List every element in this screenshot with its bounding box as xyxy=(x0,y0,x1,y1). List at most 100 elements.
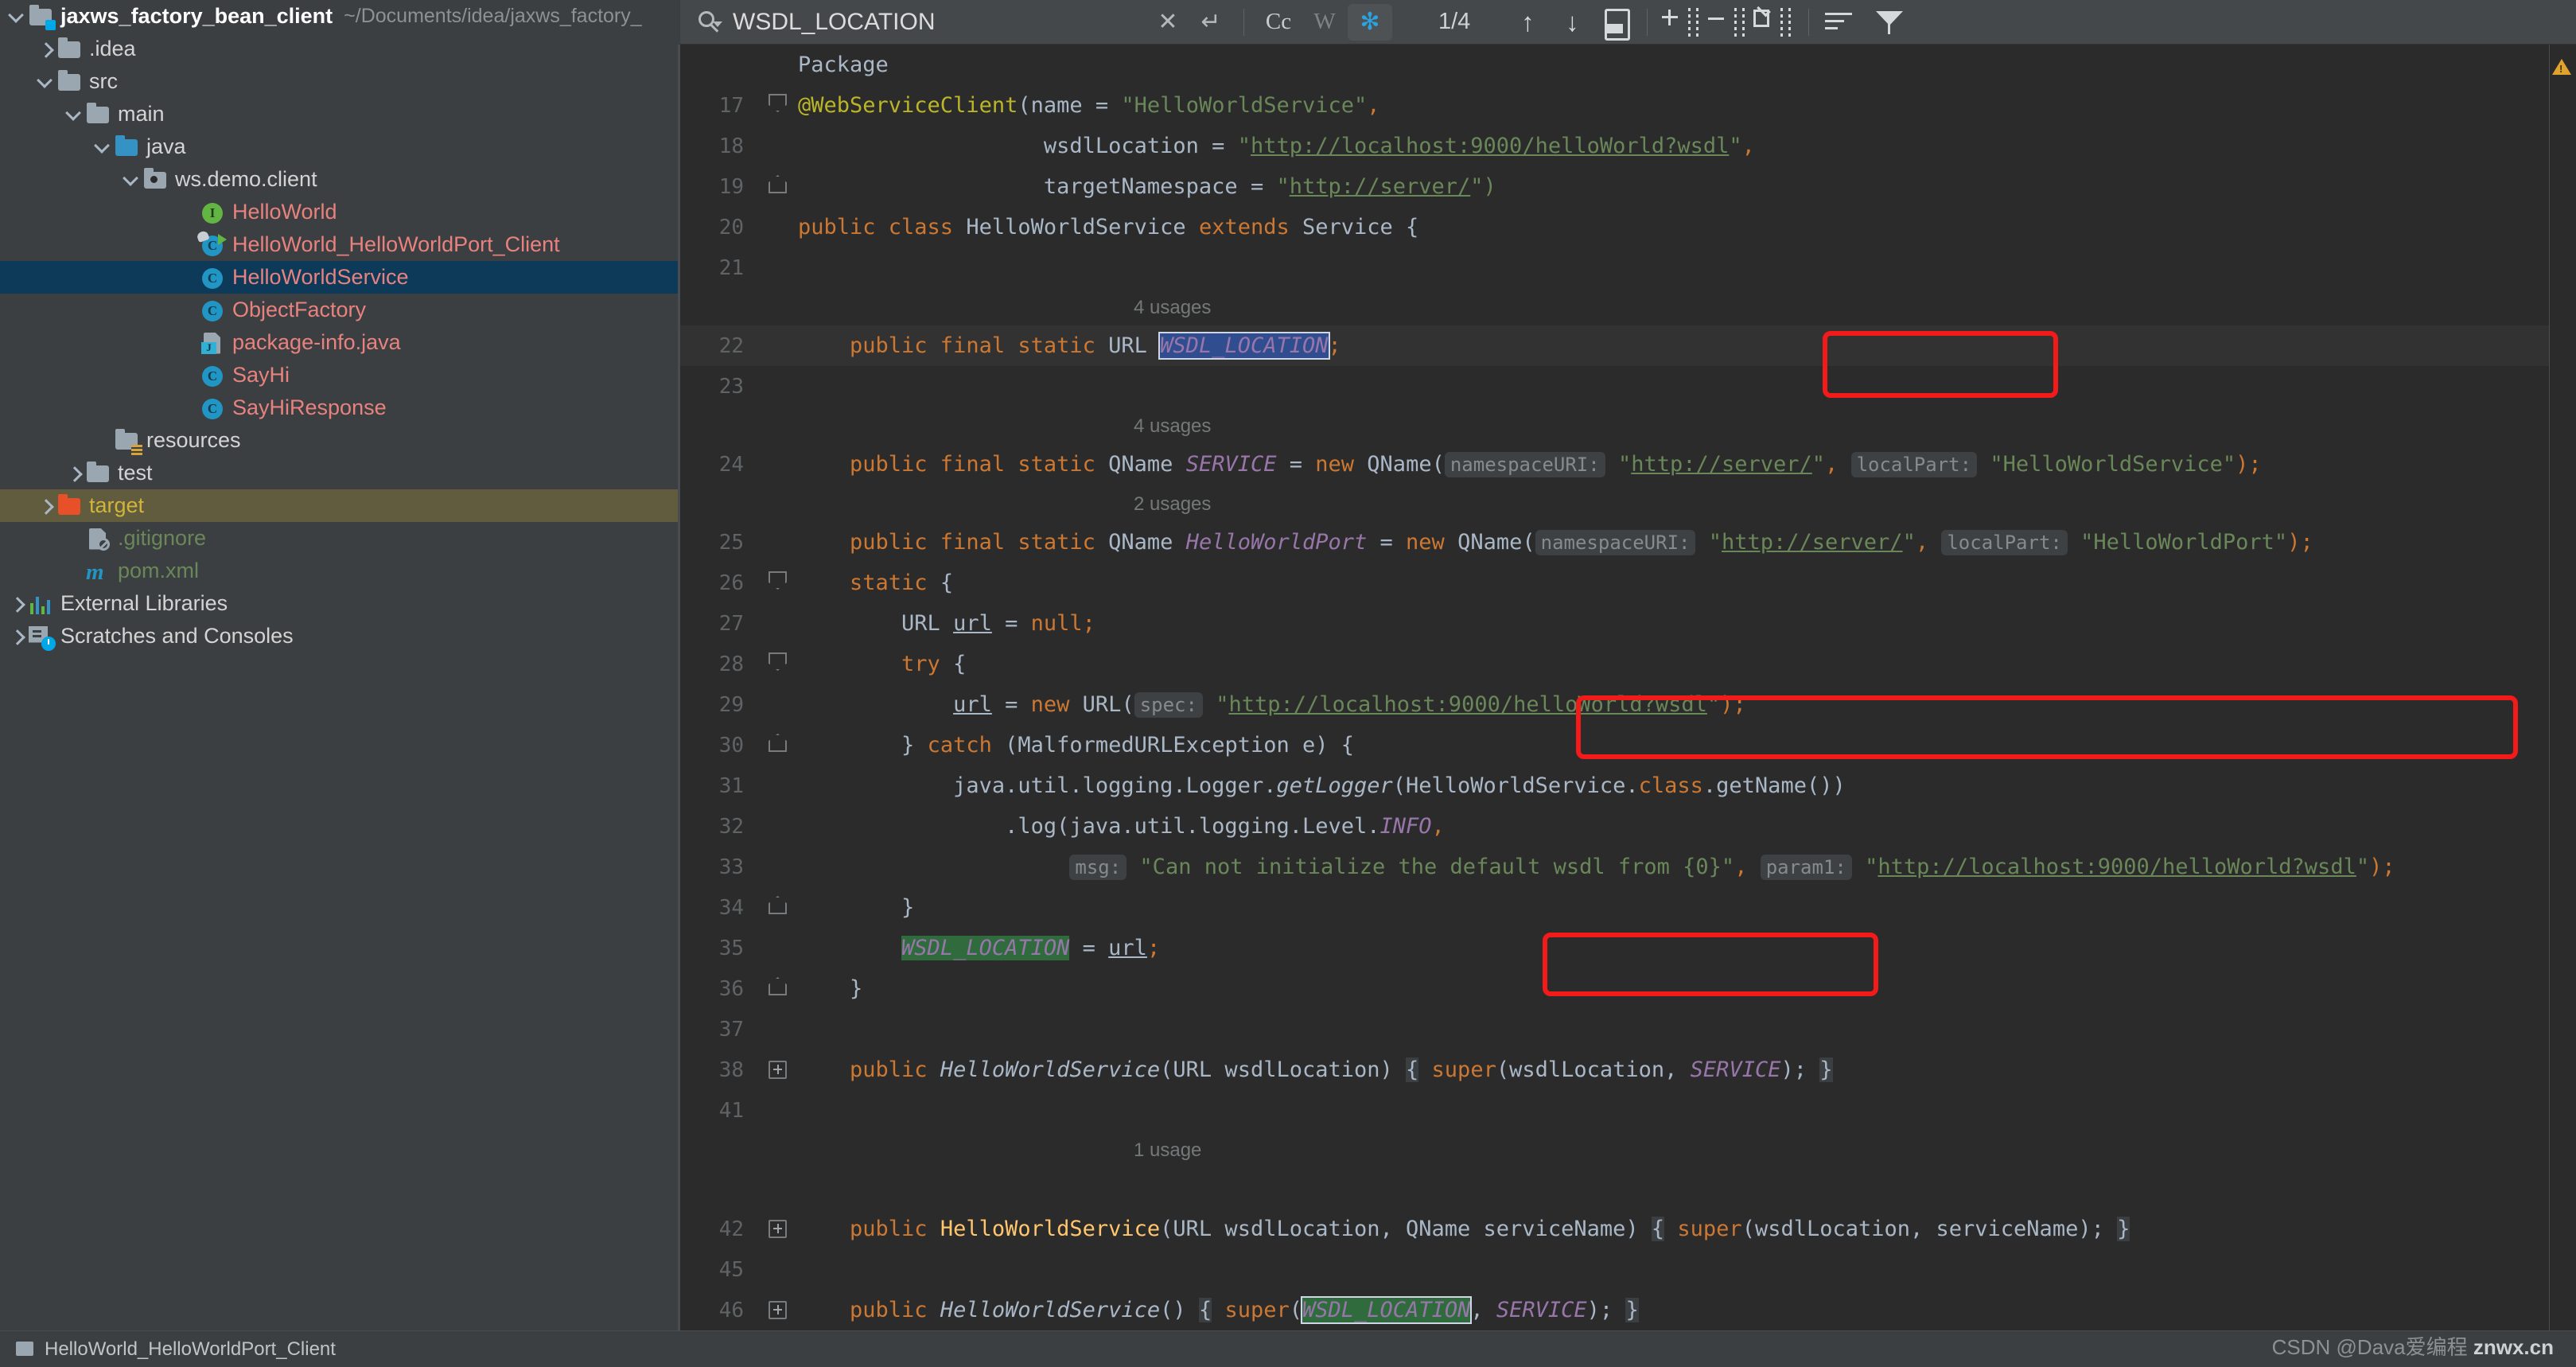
chevron-right-icon[interactable] xyxy=(6,626,27,647)
fold-expand-icon[interactable] xyxy=(769,1220,787,1238)
code-text[interactable]: public final static URL WSDL_LOCATION; xyxy=(798,332,2576,360)
fold-column[interactable] xyxy=(761,563,798,603)
code-text[interactable]: } xyxy=(798,976,2576,1001)
usage-hint-row[interactable]: 4 usages xyxy=(680,288,2576,325)
code-text[interactable]: targetNamespace = "http://server/") xyxy=(798,174,2576,199)
fold-column[interactable] xyxy=(761,207,798,247)
tree-item-objectfactory[interactable]: C ObjectFactory xyxy=(0,294,680,326)
code-line[interactable]: 24 public final static QName SERVICE = n… xyxy=(680,444,2576,485)
newline-icon[interactable]: ↵ xyxy=(1189,5,1232,40)
code-line[interactable]: 32 .log(java.util.logging.Level.INFO, xyxy=(680,806,2576,847)
code-line[interactable]: 26 static { xyxy=(680,563,2576,603)
fold-column[interactable] xyxy=(761,1168,798,1209)
code-text[interactable]: @WebServiceClient(name = "HelloWorldServ… xyxy=(798,93,2576,118)
code-text[interactable]: msg: "Can not initialize the default wsd… xyxy=(798,855,2576,880)
fold-column[interactable] xyxy=(761,603,798,644)
fold-column[interactable] xyxy=(761,887,798,928)
tree-item-resources[interactable]: resources xyxy=(0,424,680,457)
code-line[interactable]: 35 WSDL_LOCATION = url; xyxy=(680,928,2576,968)
fold-column[interactable] xyxy=(761,1249,798,1290)
code-line[interactable]: 46 public HelloWorldService() { super(WS… xyxy=(680,1290,2576,1330)
code-line[interactable]: 18 wsdlLocation = "http://localhost:9000… xyxy=(680,126,2576,166)
fold-column[interactable] xyxy=(761,644,798,684)
code-line[interactable]: 33 msg: "Can not initialize the default … xyxy=(680,847,2576,887)
fold-column[interactable] xyxy=(761,968,798,1009)
fold-column[interactable] xyxy=(761,247,798,288)
words-toggle[interactable]: W xyxy=(1302,5,1348,40)
fold-region-end-icon[interactable] xyxy=(769,977,787,995)
fold-expand-icon[interactable] xyxy=(769,1301,787,1319)
code-text[interactable]: .log(java.util.logging.Level.INFO, xyxy=(798,814,2576,839)
remove-column-icon[interactable] xyxy=(1705,5,1751,40)
fold-region-start-icon[interactable] xyxy=(769,652,787,671)
regex-toggle[interactable]: ✻ xyxy=(1348,3,1392,41)
code-text[interactable]: wsdlLocation = "http://localhost:9000/he… xyxy=(798,134,2576,158)
fold-expand-icon[interactable] xyxy=(769,1061,787,1079)
code-text[interactable]: Package xyxy=(798,53,2576,77)
tree-item-test[interactable]: test xyxy=(0,457,680,489)
usage-hint-row[interactable]: 1 usage xyxy=(680,1131,2576,1168)
tree-item-external-libraries[interactable]: External Libraries xyxy=(0,587,680,620)
code-line[interactable]: 37 xyxy=(680,1009,2576,1050)
code-line[interactable]: 41 xyxy=(680,1090,2576,1131)
chevron-right-icon[interactable] xyxy=(35,496,56,516)
fold-column[interactable] xyxy=(761,1290,798,1330)
code-text[interactable]: URL url = null; xyxy=(798,611,2576,636)
fold-column[interactable] xyxy=(761,166,798,207)
fold-column[interactable] xyxy=(761,325,798,366)
code-text[interactable]: public class HelloWorldService extends S… xyxy=(798,215,2576,240)
code-line[interactable]: 29 url = new URL(spec: "http://localhost… xyxy=(680,684,2576,725)
fold-region-end-icon[interactable] xyxy=(769,175,787,193)
code-line[interactable]: 17 @WebServiceClient(name = "HelloWorldSe… xyxy=(680,85,2576,126)
code-text[interactable]: public HelloWorldService(URL wsdlLocatio… xyxy=(798,1217,2576,1241)
code-text[interactable]: public HelloWorldService() { super(WSDL_… xyxy=(798,1296,2576,1324)
splitter[interactable] xyxy=(678,45,680,1367)
code-text[interactable]: public final static QName SERVICE = new … xyxy=(798,452,2576,477)
code-line[interactable]: 34 } xyxy=(680,887,2576,928)
code-line[interactable]: 45 xyxy=(680,1249,2576,1290)
fold-region-end-icon[interactable] xyxy=(769,734,787,752)
code-text[interactable]: try { xyxy=(798,652,2576,676)
code-line[interactable]: 25 public final static QName HelloWorldP… xyxy=(680,522,2576,563)
tree-item-sayhiresponse[interactable]: C SayHiResponse xyxy=(0,391,680,424)
chevron-down-icon[interactable] xyxy=(35,72,56,92)
fold-column[interactable] xyxy=(761,1209,798,1249)
fold-column[interactable] xyxy=(761,684,798,725)
code-text[interactable]: public HelloWorldService(URL wsdlLocatio… xyxy=(798,1057,2576,1082)
code-line[interactable] xyxy=(680,1168,2576,1209)
code-line[interactable]: 21 xyxy=(680,247,2576,288)
tree-item-sayhi[interactable]: C SayHi xyxy=(0,359,680,391)
fold-column[interactable] xyxy=(761,847,798,887)
code-line[interactable]: 42 public HelloWorldService(URL wsdlLoca… xyxy=(680,1209,2576,1249)
tree-item-scratches-and-consoles[interactable]: Scratches and Consoles xyxy=(0,620,680,652)
fold-column[interactable] xyxy=(761,1050,798,1090)
tree-item-src[interactable]: src xyxy=(0,65,680,98)
fold-column[interactable] xyxy=(761,444,798,485)
fold-column[interactable] xyxy=(761,928,798,968)
fold-column[interactable] xyxy=(761,366,798,407)
tree-item-helloworldservice[interactable]: C HelloWorldService xyxy=(0,261,680,294)
search-input[interactable] xyxy=(733,8,1146,36)
fold-column[interactable] xyxy=(761,85,798,126)
code-text[interactable]: } catch (MalformedURLException e) { xyxy=(798,733,2576,757)
code-line[interactable]: Package xyxy=(680,45,2576,85)
tree-item-package-info-java[interactable]: Jpackage-info.java xyxy=(0,326,680,359)
tree-item-main[interactable]: main xyxy=(0,98,680,130)
tree-item-helloworld-helloworldport-client[interactable]: C HelloWorld_HelloWorldPort_Client xyxy=(0,228,680,261)
check-column-icon[interactable] xyxy=(1751,2,1797,40)
code-viewport[interactable]: Package 17 @WebServiceClient(name = "Hello… xyxy=(680,45,2576,1367)
code-lines[interactable]: Package 17 @WebServiceClient(name = "Hello… xyxy=(680,45,2576,1367)
tree-item-jaxws-factory-bean-client[interactable]: jaxws_factory_bean_client ~/Documents/ide… xyxy=(0,0,680,33)
code-text[interactable]: WSDL_LOCATION = url; xyxy=(798,936,2576,960)
code-line[interactable]: 23 xyxy=(680,366,2576,407)
chevron-right-icon[interactable] xyxy=(6,594,27,614)
fold-column[interactable] xyxy=(761,806,798,847)
project-tree[interactable]: jaxws_factory_bean_client ~/Documents/ide… xyxy=(0,0,680,652)
fold-column[interactable] xyxy=(761,522,798,563)
code-line[interactable]: 28 try { xyxy=(680,644,2576,684)
find-toolbar[interactable]: ✕ ↵ Cc W ✻ 1/4 ↑ ↓ xyxy=(680,0,2576,45)
match-case-toggle[interactable]: Cc xyxy=(1255,5,1302,40)
chevron-down-icon[interactable] xyxy=(121,169,142,190)
tree-item-helloworld[interactable]: I HelloWorld xyxy=(0,196,680,228)
code-line[interactable]: 22 public final static URL WSDL_LOCATION… xyxy=(680,325,2576,366)
